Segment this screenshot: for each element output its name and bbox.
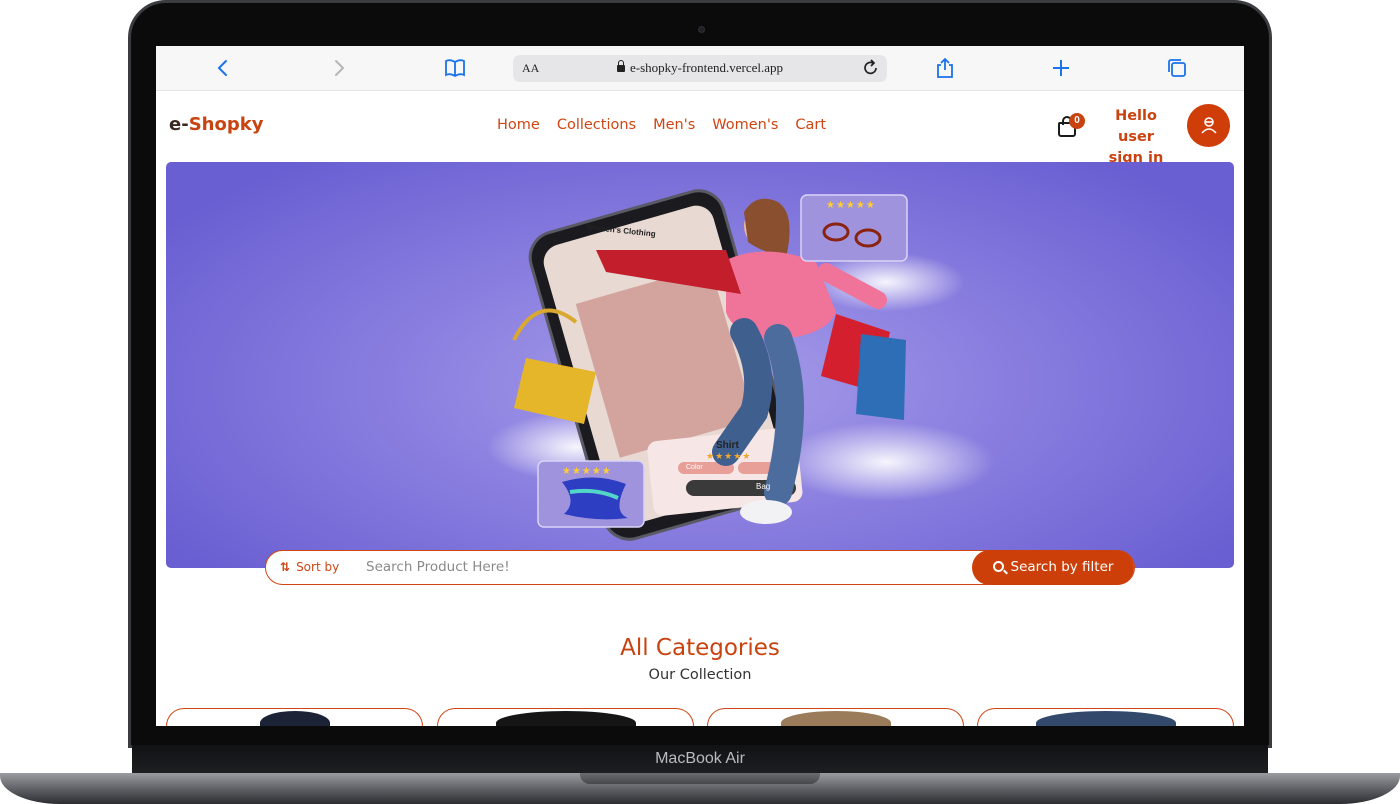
category-card[interactable] (977, 708, 1234, 726)
forward-icon[interactable] (327, 56, 351, 80)
nav-collections[interactable]: Collections (557, 117, 636, 133)
back-icon[interactable] (211, 56, 235, 80)
category-card[interactable] (166, 708, 423, 726)
greeting-text: Hello user (1115, 108, 1157, 145)
categories-subtitle: Our Collection (648, 667, 752, 683)
user-icon (1200, 117, 1217, 134)
sort-button[interactable]: ⇅ Sort by (280, 560, 339, 574)
search-icon (992, 561, 1004, 572)
webcam (698, 26, 705, 33)
nav-womens[interactable]: Women's (712, 117, 778, 133)
search-input[interactable] (366, 554, 956, 580)
sort-label: Sort by (296, 560, 340, 574)
site-logo[interactable]: e-Shopky (169, 114, 263, 135)
cart-button[interactable]: 0 (1056, 113, 1085, 140)
logo-name: Shopky (188, 114, 264, 135)
new-tab-icon[interactable] (1049, 56, 1073, 80)
phone-product-rating: ★★★★★ (706, 451, 752, 461)
address-bar[interactable]: AA e-shopky-frontend.vercel.app (513, 55, 887, 82)
user-greeting[interactable]: Hello user sign in (1096, 106, 1176, 169)
glasses-rating: ★★★★★ (826, 200, 876, 211)
cart-count-badge: 0 (1069, 113, 1085, 129)
main-nav: Home Collections Men's Women's Cart (497, 117, 826, 133)
url-text: e-shopky-frontend.vercel.app (629, 60, 784, 75)
category-image (495, 711, 636, 726)
phone-bag-button: Bag (756, 482, 771, 491)
browser-window: AA e-shopky-frontend.vercel.app e-Shopky (156, 46, 1244, 726)
laptop-notch (580, 773, 820, 784)
sort-icon: ⇅ (280, 560, 291, 574)
device-label: MacBook Air (655, 750, 745, 767)
nav-cart[interactable]: Cart (795, 117, 826, 133)
logo-prefix: e- (169, 114, 189, 135)
category-card[interactable] (707, 708, 964, 726)
scarf-rating: ★★★★★ (562, 466, 612, 477)
share-icon[interactable] (933, 56, 957, 80)
hero-illustration (512, 189, 908, 541)
search-by-filter-button[interactable]: Search by filter (972, 549, 1134, 585)
laptop-mockup: AA e-shopky-frontend.vercel.app e-Shopky (0, 0, 1400, 804)
phone-color-option: Color (686, 464, 703, 471)
category-image (780, 711, 891, 726)
search-bar: ⇅ Sort by Search by filter (265, 549, 1135, 585)
bookmarks-icon[interactable] (443, 56, 467, 80)
reload-icon[interactable] (862, 58, 880, 83)
avatar[interactable] (1187, 104, 1230, 147)
search-button-label: Search by filter (1010, 559, 1114, 575)
category-image (1035, 711, 1176, 726)
phone-product-name: Shirt (716, 440, 739, 451)
tabs-overview-icon[interactable] (1165, 56, 1189, 80)
category-image (259, 711, 330, 726)
nav-home[interactable]: Home (497, 117, 540, 133)
hero-banner: Women's Clothing ★★★★★ ★★★★★ Shirt ★★★★★… (166, 162, 1234, 568)
category-card[interactable] (437, 708, 694, 726)
lock-icon (616, 60, 625, 72)
nav-mens[interactable]: Men's (653, 117, 695, 133)
browser-toolbar: AA e-shopky-frontend.vercel.app (156, 46, 1244, 91)
categories-title: All Categories (620, 635, 780, 661)
